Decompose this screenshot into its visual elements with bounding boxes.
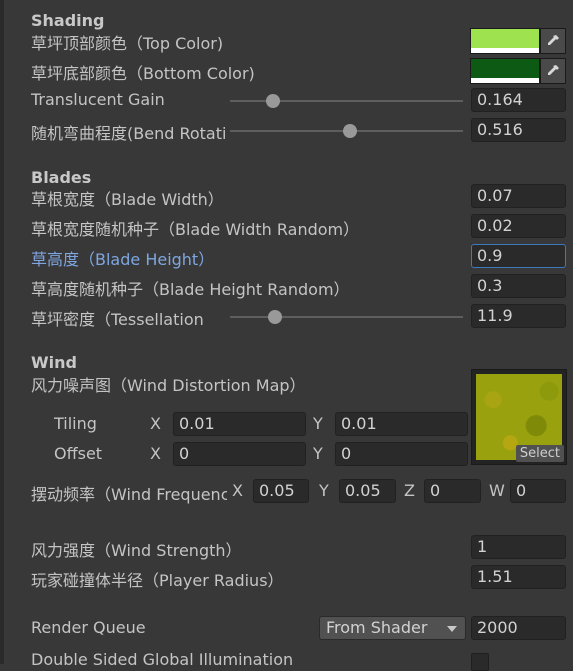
offset-label: Offset: [54, 444, 103, 463]
blade-width-random-label: 草根宽度随机种子（Blade Width Random）: [31, 220, 360, 239]
tessellation-field[interactable]: 11.9: [471, 304, 566, 328]
blade-height-random-label: 草高度随机种子（Blade Height Random）: [31, 280, 350, 299]
blade-width-random-field[interactable]: 0.02: [471, 214, 566, 238]
wind-frequency-z-field[interactable]: 0: [424, 479, 481, 503]
top-color-swatch[interactable]: [470, 28, 540, 54]
offset-x-field[interactable]: 0: [173, 442, 306, 466]
wind-strength-label: 风力强度（Wind Strength）: [31, 541, 242, 560]
freq-w-axis-label: W: [489, 481, 505, 500]
tiling-y-axis-label: Y: [313, 414, 323, 433]
top-color-label: 草坪顶部颜色（Top Color): [31, 34, 224, 53]
panel-edge: [0, 0, 4, 664]
chevron-down-icon: [447, 626, 457, 632]
offset-x-axis-label: X: [150, 444, 161, 463]
bottom-color-swatch[interactable]: [470, 58, 540, 84]
wind-frequency-label: 摆动频率（Wind Frequency）: [31, 485, 227, 504]
eyedropper-icon[interactable]: [540, 58, 566, 84]
blade-height-label: 草高度（Blade Height）: [31, 250, 215, 269]
eyedropper-icon[interactable]: [540, 28, 566, 54]
bottom-color-label: 草坪底部颜色（Bottom Color): [31, 64, 255, 83]
blade-width-label: 草根宽度（Blade Width）: [31, 190, 224, 209]
bottom-color-fill: [471, 59, 539, 78]
bend-rotation-field[interactable]: 0.516: [471, 118, 566, 142]
wind-distortion-map-slot[interactable]: Select: [471, 369, 567, 465]
bend-rotation-slider-handle[interactable]: [343, 124, 357, 138]
tessellation-label: 草坪密度（Tessellation: [31, 310, 204, 329]
section-header-blades: Blades: [31, 168, 92, 187]
freq-z-axis-label: Z: [404, 481, 415, 500]
texture-select-button[interactable]: Select: [515, 445, 564, 462]
wind-strength-field[interactable]: 1: [471, 535, 566, 559]
render-queue-label: Render Queue: [31, 618, 146, 637]
freq-x-axis-label: X: [232, 481, 243, 500]
tessellation-slider-track[interactable]: [230, 316, 463, 318]
tessellation-slider-handle[interactable]: [268, 310, 282, 324]
tiling-label: Tiling: [54, 414, 97, 433]
section-header-wind: Wind: [31, 353, 77, 372]
double-sided-gi-checkbox[interactable]: [471, 653, 489, 671]
player-radius-field[interactable]: 1.51: [471, 565, 566, 589]
render-queue-dropdown[interactable]: From Shader: [319, 616, 466, 640]
translucent-gain-field[interactable]: 0.164: [471, 88, 566, 112]
blade-height-random-field[interactable]: 0.3: [471, 274, 566, 298]
player-radius-label: 玩家碰撞体半径（Player Radius）: [31, 571, 284, 590]
offset-y-axis-label: Y: [313, 444, 323, 463]
translucent-gain-slider-handle[interactable]: [266, 94, 280, 108]
translucent-gain-label: Translucent Gain: [31, 90, 165, 109]
tiling-y-field[interactable]: 0.01: [335, 412, 468, 436]
double-sided-gi-label: Double Sided Global Illumination: [31, 650, 294, 669]
tiling-x-axis-label: X: [150, 414, 161, 433]
section-header-shading: Shading: [31, 11, 105, 30]
freq-y-axis-label: Y: [319, 481, 329, 500]
offset-y-field[interactable]: 0: [335, 442, 468, 466]
wind-frequency-y-field[interactable]: 0.05: [339, 479, 396, 503]
blade-height-field[interactable]: 0.9: [471, 244, 566, 268]
render-queue-value-field[interactable]: 2000: [471, 616, 566, 640]
top-color-fill: [471, 29, 539, 48]
wind-frequency-x-field[interactable]: 0.05: [253, 479, 309, 503]
blade-width-field[interactable]: 0.07: [471, 184, 566, 208]
wind-frequency-w-field[interactable]: 0: [510, 479, 566, 503]
tiling-x-field[interactable]: 0.01: [173, 412, 306, 436]
wind-map-label: 风力噪声图（Wind Distortion Map）: [31, 376, 306, 395]
bend-rotation-label: 随机弯曲程度(Bend Rotation Random): [31, 124, 227, 143]
render-queue-selected: From Shader: [326, 618, 428, 637]
translucent-gain-slider-track[interactable]: [230, 100, 463, 102]
